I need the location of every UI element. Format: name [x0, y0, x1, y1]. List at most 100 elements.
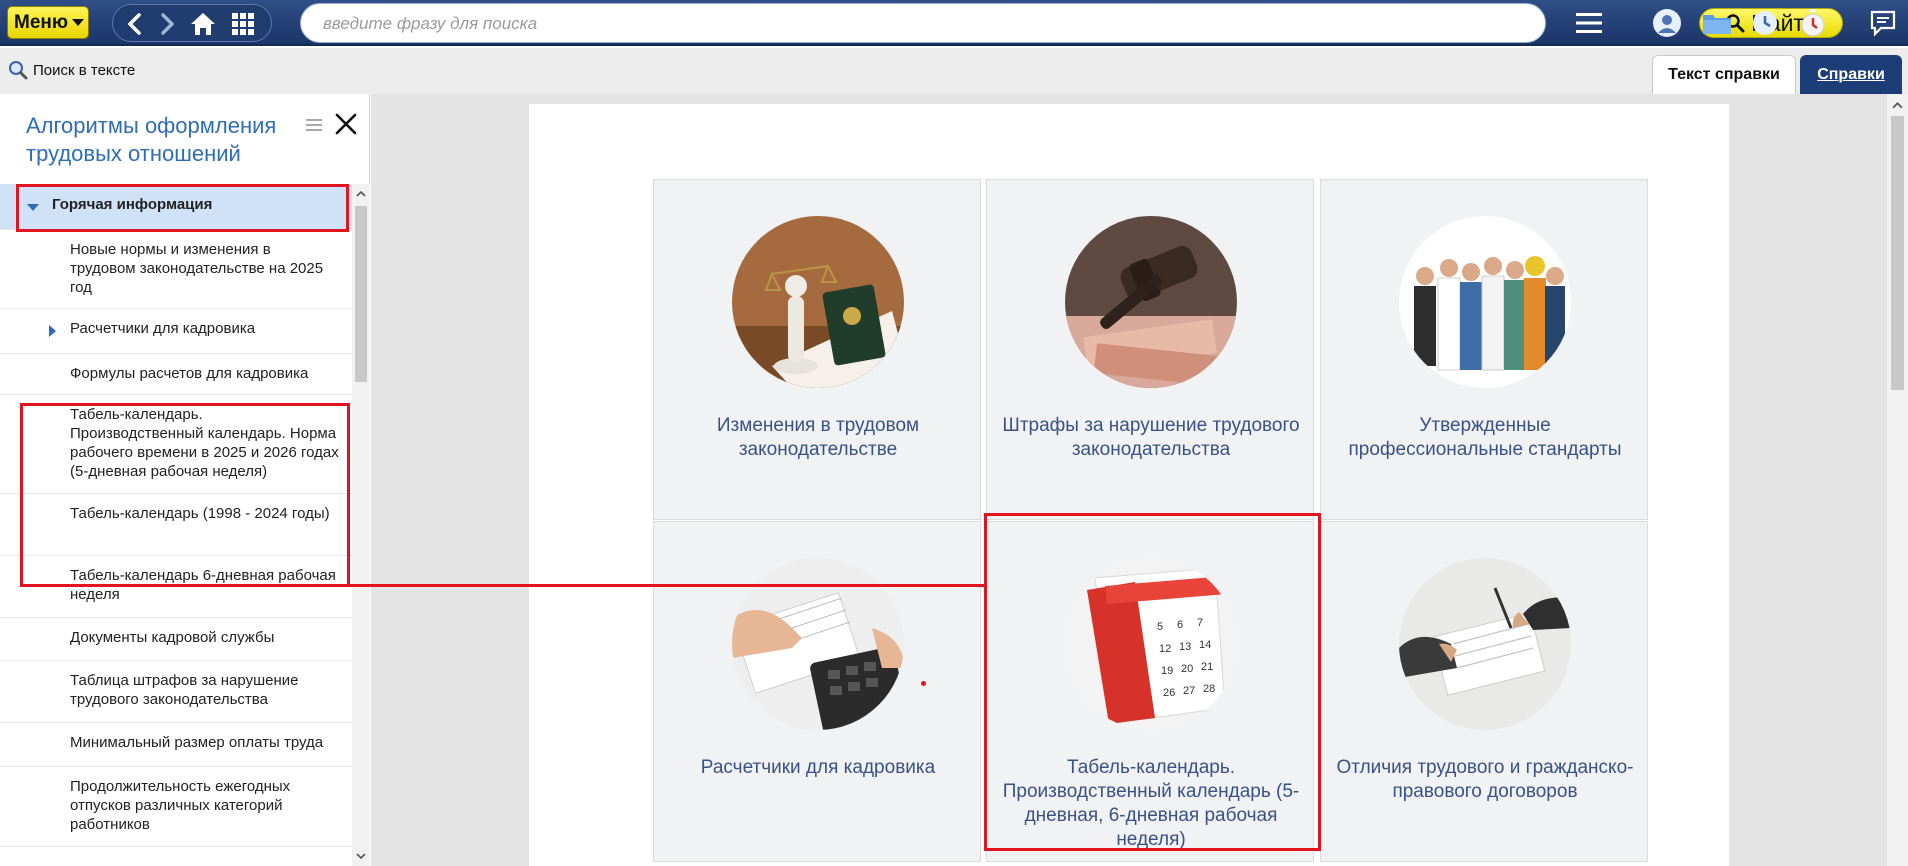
sidebar-scroll-thumb[interactable] — [355, 206, 367, 382]
sidebar-item-label: Табель-календарь 6-дневная рабочая недел… — [70, 567, 336, 603]
sidebar-item-vacation-duration[interactable]: Продолжительность ежегодных отпусков раз… — [0, 767, 352, 847]
sidebar-item-label: Новые нормы и изменения в трудовом закон… — [70, 241, 324, 296]
chevron-left-icon — [128, 13, 141, 35]
sidebar-item-hr-documents[interactable]: Документы кадровой службы — [0, 618, 352, 661]
content-scroll-thumb[interactable] — [1891, 116, 1904, 390]
contract-signing-icon — [1399, 558, 1571, 730]
expand-arrow-down-icon — [27, 204, 39, 211]
tile-labor-law-changes[interactable]: Изменения в трудовом законодательстве — [653, 179, 981, 520]
svg-text:14: 14 — [1199, 639, 1211, 651]
stopwatch-icon — [1801, 9, 1825, 37]
user-icon — [1653, 9, 1681, 37]
sidebar-item-formulas[interactable]: Формулы расчетов для кадровика — [0, 354, 352, 395]
search-in-text-button[interactable]: Поиск в тексте — [8, 60, 135, 80]
sidebar-item-label: Табель-календарь (1998 - 2024 годы) — [70, 505, 330, 522]
chevron-right-icon — [161, 13, 174, 35]
list-lines-icon — [306, 119, 322, 131]
svg-text:6: 6 — [1177, 619, 1183, 631]
folder-icon — [1703, 15, 1731, 34]
menu-label: Меню — [14, 11, 69, 33]
sidebar-item-calendar-6-day[interactable]: Табель-календарь 6-дневная рабочая недел… — [0, 556, 352, 618]
tab-references[interactable]: Справки — [1800, 55, 1902, 94]
search-input[interactable] — [323, 12, 1383, 36]
sidebar-item-label: Документы кадровой службы — [70, 629, 275, 646]
document-page: Изменения в трудовом законодательстве Шт… — [529, 104, 1729, 866]
sidebar-item-label: Табель-календарь. Производственный кален… — [70, 406, 339, 480]
svg-text:28: 28 — [1203, 683, 1215, 695]
tile-caption: Утвержденные профессиональные стандарты — [1348, 415, 1622, 460]
scroll-up-icon[interactable] — [1892, 100, 1903, 111]
svg-text:13: 13 — [1179, 641, 1191, 653]
message-icon — [1870, 10, 1896, 37]
svg-text:5: 5 — [1157, 621, 1163, 633]
menu-button[interactable]: Меню — [7, 6, 89, 39]
tab-references-label: Справки — [1817, 65, 1885, 83]
content-scrollbar[interactable] — [1887, 94, 1908, 866]
svg-text:26: 26 — [1163, 687, 1175, 699]
profile-button[interactable] — [1650, 6, 1684, 40]
professionals-group-icon — [1399, 216, 1571, 388]
justice-statue-icon — [732, 216, 904, 388]
sidebar: Алгоритмы оформления трудовых отношений … — [0, 94, 370, 866]
sidebar-item-label: Продолжительность ежегодных отпусков раз… — [70, 778, 291, 833]
top-toolbar: Меню Н — [0, 0, 1908, 46]
sidebar-item-calendar-2025[interactable]: Табель-календарь. Производственный кален… — [0, 395, 352, 494]
sidebar-item-hot-info[interactable]: Горячая информация — [0, 184, 352, 230]
tab-help-text-label: Текст справки — [1668, 66, 1780, 83]
tile-caption: Штрафы за нарушение трудового законодате… — [1002, 415, 1300, 460]
tile-hr-calculators[interactable]: Расчетчики для кадровика — [653, 521, 981, 862]
tile-professional-standards[interactable]: Утвержденные профессиональные стандарты — [1320, 179, 1648, 520]
sidebar-item-label: Расчетчики для кадровика — [70, 320, 256, 337]
sidebar-item-calendar-archive[interactable]: Табель-календарь (1998 - 2024 годы) — [0, 494, 352, 556]
clock-icon — [1753, 11, 1777, 35]
tab-help-text[interactable]: Текст справки — [1652, 55, 1796, 94]
feedback-button[interactable] — [1866, 6, 1900, 40]
sidebar-title: Алгоритмы оформления трудовых отношений — [26, 113, 277, 166]
tile-caption: Изменения в трудовом законодательстве — [716, 415, 920, 460]
tile-caption: Отличия трудового и гражданско-правового… — [1336, 757, 1634, 802]
secondary-toolbar: Поиск в тексте Текст справки Справки — [0, 48, 1908, 94]
apps-grid-button[interactable] — [225, 9, 261, 39]
sidebar-item-minimum-wage[interactable]: Минимальный размер оплаты труда — [0, 723, 352, 767]
app-window: Меню Н — [0, 0, 1908, 866]
sidebar-item-label: Минимальный размер оплаты труда — [70, 734, 324, 751]
scroll-up-icon[interactable] — [356, 189, 366, 199]
caret-down-icon — [72, 19, 85, 26]
svg-text:20: 20 — [1181, 663, 1193, 675]
scroll-down-icon[interactable] — [356, 851, 366, 861]
sidebar-item-new-norms[interactable]: Новые нормы и изменения в трудовом закон… — [0, 230, 352, 309]
sidebar-scrollbar[interactable] — [352, 184, 370, 866]
forward-button[interactable] — [153, 9, 181, 39]
folders-button[interactable] — [1700, 6, 1734, 40]
sidebar-tree: Горячая информация Новые нормы и изменен… — [0, 184, 352, 866]
back-button[interactable] — [121, 9, 149, 39]
hamburger-icon — [1576, 13, 1602, 33]
gavel-money-icon — [1065, 216, 1237, 388]
search-box: Найти — [300, 3, 1843, 43]
hamburger-menu-button[interactable] — [1572, 6, 1606, 40]
sidebar-item-calculators[interactable]: Расчетчики для кадровика — [0, 309, 352, 354]
sidebar-item-label: Формулы расчетов для кадровика — [70, 365, 309, 382]
sidebar-close-button[interactable] — [334, 112, 358, 136]
grid-icon — [232, 13, 254, 35]
connector-line — [349, 584, 986, 587]
sidebar-item-label: Горячая информация — [52, 196, 213, 213]
search-in-text-label: Поиск в тексте — [33, 61, 136, 79]
annotation-dot — [921, 681, 926, 686]
main-content: Изменения в трудовом законодательстве Шт… — [371, 94, 1908, 866]
home-icon — [191, 13, 215, 35]
tile-contract-differences[interactable]: Отличия трудового и гражданско-правового… — [1320, 521, 1648, 862]
history-button[interactable] — [1748, 6, 1782, 40]
sidebar-options-button[interactable] — [306, 118, 322, 137]
tile-caption: Расчетчики для кадровика — [700, 757, 936, 778]
expand-arrow-right-icon — [49, 325, 56, 337]
home-button[interactable] — [185, 9, 221, 39]
svg-text:27: 27 — [1183, 685, 1195, 697]
close-icon — [335, 113, 357, 135]
svg-text:21: 21 — [1201, 661, 1213, 673]
tile-caption: Табель-календарь. Производственный кален… — [1002, 757, 1300, 850]
tile-labor-law-fines[interactable]: Штрафы за нарушение трудового законодате… — [986, 179, 1314, 520]
timer-button[interactable] — [1796, 6, 1830, 40]
sidebar-item-fines-table[interactable]: Таблица штрафов за нарушение трудового з… — [0, 661, 352, 723]
tile-production-calendar[interactable]: 5 6 7 12 13 14 19 20 21 26 27 28 Табель-календар… — [986, 521, 1314, 862]
